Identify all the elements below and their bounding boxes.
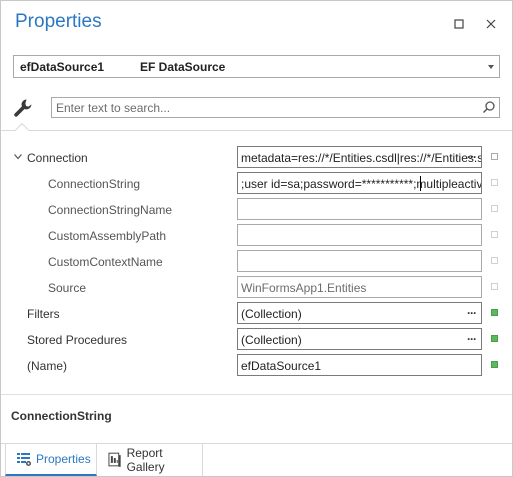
property-name: Filters (27, 307, 60, 321)
property-value-editor[interactable] (237, 250, 482, 272)
tab-label: Properties (36, 452, 91, 466)
panel-tabs: Properties Report Gallery (1, 443, 512, 476)
restore-button[interactable] (448, 13, 470, 35)
property-row-filters[interactable]: Filters (Collection) ··· (1, 301, 512, 327)
properties-grid-icon (17, 453, 31, 466)
panel-title: Properties (15, 11, 102, 32)
property-marker[interactable] (491, 361, 498, 368)
toolbar-divider-notch (14, 122, 30, 138)
wrench-icon[interactable] (12, 97, 34, 119)
property-marker[interactable] (491, 283, 498, 290)
property-value-editor[interactable]: metadata=res://*/Entities.csdl|res://*/E… (237, 146, 482, 168)
property-value-editor[interactable] (237, 224, 482, 246)
property-name: Connection (27, 151, 88, 165)
ellipsis-button[interactable]: ··· (467, 306, 477, 320)
text-caret (420, 176, 421, 191)
restore-icon (454, 19, 464, 29)
property-value-editor[interactable]: (Collection) ··· (237, 328, 482, 350)
description-title: ConnectionString (11, 409, 112, 423)
property-marker[interactable] (491, 309, 498, 316)
property-marker[interactable] (491, 335, 498, 342)
ellipsis-button[interactable]: ··· (467, 332, 477, 346)
property-value: (Collection) (241, 333, 302, 347)
property-name: ConnectionStringName (48, 203, 173, 217)
property-value: ;user id=sa;password=***********;multipl… (241, 177, 482, 191)
property-name: ConnectionString (48, 177, 141, 191)
tab-label: Report Gallery (126, 446, 165, 474)
property-value-editor[interactable]: ;user id=sa;password=***********;multipl… (237, 172, 482, 194)
chevron-down-icon (488, 65, 494, 69)
property-row-name[interactable]: (Name) efDataSource1 (1, 353, 512, 379)
selected-object-name: efDataSource1 (20, 60, 105, 74)
search-box[interactable] (51, 97, 500, 118)
toolbar-divider (1, 130, 512, 131)
search-icon[interactable] (482, 100, 496, 114)
property-marker[interactable] (491, 205, 498, 212)
property-value-editor[interactable]: WinFormsApp1.Entities (237, 276, 482, 298)
property-row-connection[interactable]: Connection metadata=res://*/Entities.csd… (1, 145, 512, 171)
property-row-connectionstring[interactable]: ConnectionString ;user id=sa;password=**… (1, 171, 512, 197)
property-row-source[interactable]: Source WinFormsApp1.Entities (1, 275, 512, 301)
property-row-customassemblypath[interactable]: CustomAssemblyPath (1, 223, 512, 249)
property-value-editor[interactable]: (Collection) ··· (237, 302, 482, 324)
property-name: Stored Procedures (27, 333, 128, 347)
tab-properties[interactable]: Properties (5, 444, 97, 476)
property-name: Source (48, 281, 87, 295)
property-marker[interactable] (491, 231, 498, 238)
selected-object-type: EF DataSource (140, 60, 226, 74)
tab-report-gallery[interactable]: Report Gallery (97, 444, 203, 476)
search-input[interactable] (52, 98, 472, 117)
properties-panel: Properties efDataSource1 EF DataSource E… (0, 0, 513, 477)
ellipsis-button[interactable]: ··· (467, 150, 477, 164)
property-marker[interactable] (491, 153, 498, 160)
property-row-customcontextname[interactable]: CustomContextName (1, 249, 512, 275)
property-name: CustomAssemblyPath (48, 229, 167, 243)
property-value: (Collection) (241, 307, 302, 321)
object-selector[interactable]: efDataSource1 EF DataSource (13, 55, 500, 78)
close-button[interactable] (480, 13, 502, 35)
report-gallery-icon (108, 452, 121, 467)
property-name: (Name) (27, 359, 68, 373)
property-value: WinFormsApp1.Entities (241, 281, 367, 295)
property-name: CustomContextName (48, 255, 163, 269)
chevron-down-icon[interactable] (14, 154, 22, 160)
description-divider (1, 394, 512, 395)
property-value-editor[interactable]: efDataSource1 (237, 354, 482, 376)
property-value: metadata=res://*/Entities.csdl|res://*/E… (241, 151, 482, 165)
close-icon (486, 19, 496, 29)
property-value-editor[interactable] (237, 198, 482, 220)
property-row-stored-procedures[interactable]: Stored Procedures (Collection) ··· (1, 327, 512, 353)
property-row-connectionstringname[interactable]: ConnectionStringName (1, 197, 512, 223)
property-marker[interactable] (491, 257, 498, 264)
property-marker[interactable] (491, 179, 498, 186)
property-value: efDataSource1 (241, 359, 322, 373)
